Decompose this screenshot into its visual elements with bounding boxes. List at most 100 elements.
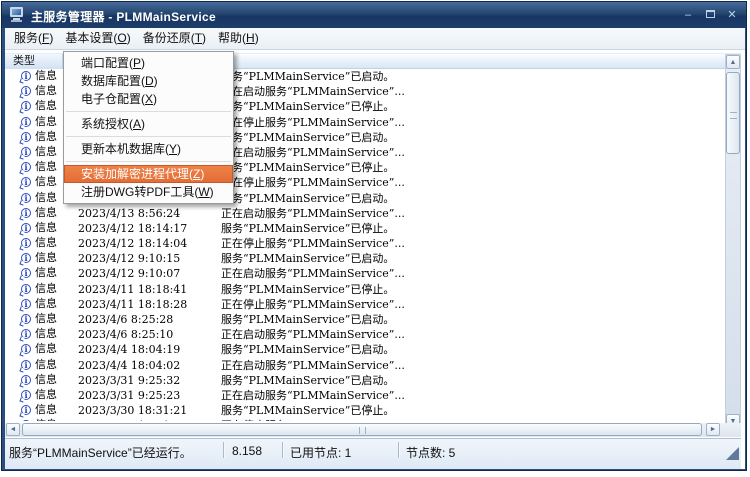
log-type: 信息 bbox=[35, 343, 57, 356]
log-message: 服务“PLMMainService”已启动。 bbox=[221, 131, 394, 144]
maximize-button[interactable] bbox=[702, 7, 718, 23]
vertical-scroll-thumb[interactable] bbox=[726, 72, 740, 154]
info-icon: i bbox=[21, 193, 31, 203]
menubar-item-o[interactable]: 基本设置(O) bbox=[59, 28, 136, 49]
log-message: 正在启动服务“PLMMainService”... bbox=[221, 328, 405, 341]
menu-separator bbox=[66, 111, 231, 112]
menu-item-d[interactable]: 数据库配置(D) bbox=[64, 72, 233, 90]
log-type: 信息 bbox=[35, 283, 57, 296]
vertical-scrollbar[interactable]: ▲ ▼ bbox=[725, 54, 741, 431]
log-type: 信息 bbox=[35, 419, 57, 421]
scroll-right-icon[interactable]: ► bbox=[706, 423, 720, 436]
log-type: 信息 bbox=[35, 298, 57, 311]
close-button[interactable]: ✕ bbox=[724, 7, 740, 23]
info-icon: i bbox=[21, 147, 31, 157]
log-row[interactable]: i信息2023/3/31 9:25:23正在启动服务“PLMMainServic… bbox=[5, 388, 722, 403]
menu-separator bbox=[66, 136, 231, 137]
log-time: 2023/3/30 18:31:21 bbox=[78, 404, 187, 417]
log-time: 2023/4/6 8:25:10 bbox=[78, 328, 173, 341]
log-row[interactable]: i信息2023/4/12 18:14:04正在停止服务“PLMMainServi… bbox=[5, 236, 722, 251]
menu-item-y[interactable]: 更新本机数据库(Y) bbox=[64, 140, 233, 158]
log-type: 信息 bbox=[35, 85, 57, 98]
menu-item-p[interactable]: 端口配置(P) bbox=[64, 54, 233, 72]
log-row[interactable]: i信息2023/3/31 9:25:32服务“PLMMainService”已启… bbox=[5, 373, 722, 388]
scroll-up-icon[interactable]: ▲ bbox=[726, 55, 740, 69]
info-icon: i bbox=[21, 375, 31, 385]
log-row[interactable]: i 信息 2023/3/30 18:31:21 服务“PLMMainService”已… bbox=[5, 403, 722, 418]
info-icon: i bbox=[21, 329, 31, 339]
log-type: 信息 bbox=[35, 313, 57, 326]
menu-item-w[interactable]: 注册DWG转PDF工具(W) bbox=[64, 183, 233, 201]
log-time: 2023/4/4 18:04:02 bbox=[78, 359, 180, 372]
info-icon: i bbox=[21, 344, 31, 354]
log-message: 正在启动服务“PLMMainService”... bbox=[221, 359, 405, 372]
resize-grip[interactable] bbox=[726, 447, 739, 460]
menu-separator bbox=[66, 161, 231, 162]
log-type: 信息 bbox=[35, 70, 57, 83]
log-message: 正在启动服务“PLMMainService”... bbox=[221, 146, 405, 159]
menu-item-a[interactable]: 系统授权(A) bbox=[64, 115, 233, 133]
log-row[interactable]: i信息2023/4/11 18:18:41服务“PLMMainService”已… bbox=[5, 282, 722, 297]
info-icon: i bbox=[21, 71, 31, 81]
header-type-column[interactable]: 类型 bbox=[5, 54, 63, 69]
minimize-button[interactable]: – bbox=[680, 7, 696, 23]
info-icon: i bbox=[21, 268, 31, 278]
log-message: 服务“PLMMainService”已启动。 bbox=[221, 192, 394, 205]
log-type: 信息 bbox=[35, 267, 57, 280]
window-title: 主服务管理器 - PLMMainService bbox=[31, 8, 216, 25]
status-version: 8.158 bbox=[232, 444, 262, 458]
log-row[interactable]: i信息2023/4/12 18:14:17服务“PLMMainService”已… bbox=[5, 221, 722, 236]
menu-item-x[interactable]: 电子仓配置(X) bbox=[64, 90, 233, 108]
log-time: 2023/3/31 9:25:23 bbox=[78, 389, 180, 402]
titlebar: 主服务管理器 - PLMMainService – ✕ bbox=[2, 2, 746, 28]
log-time: 2023/4/6 8:25:28 bbox=[78, 313, 173, 326]
log-row[interactable]: i信息2023/4/12 9:10:15服务“PLMMainService”已启… bbox=[5, 251, 722, 266]
log-row[interactable]: i信息2023/3/30 18:31:08正在停止服务“PLMMainServi… bbox=[5, 418, 722, 421]
info-icon: i bbox=[21, 223, 31, 233]
log-message: 服务“PLMMainService”已停止。 bbox=[221, 222, 394, 235]
log-time: 2023/4/12 9:10:15 bbox=[78, 252, 180, 265]
log-type: 信息 bbox=[35, 100, 57, 113]
menubar-item-t[interactable]: 备份还原(T) bbox=[137, 28, 212, 49]
log-type: 信息 bbox=[35, 252, 57, 265]
menubar-item-h[interactable]: 帮助(H) bbox=[212, 28, 265, 49]
log-type: 信息 bbox=[35, 328, 57, 341]
log-row[interactable]: i信息2023/4/4 18:04:02正在启动服务“PLMMainServic… bbox=[5, 358, 722, 373]
log-message: 服务“PLMMainService”已停止。 bbox=[221, 100, 394, 113]
info-icon: i bbox=[21, 299, 31, 309]
horizontal-scrollbar[interactable]: ◄ ► bbox=[5, 423, 741, 437]
log-time: 2023/4/11 18:18:41 bbox=[78, 283, 187, 296]
log-message: 服务“PLMMainService”已启动。 bbox=[221, 70, 394, 83]
log-row[interactable]: i信息2023/4/6 8:25:28服务“PLMMainService”已启动… bbox=[5, 312, 722, 327]
menubar-item-f[interactable]: 服务(F) bbox=[8, 28, 59, 49]
log-row[interactable]: i信息2023/4/12 9:10:07正在启动服务“PLMMainServic… bbox=[5, 266, 722, 281]
log-message: 服务“PLMMainService”已启动。 bbox=[221, 343, 394, 356]
status-separator bbox=[398, 442, 399, 458]
status-separator bbox=[282, 442, 283, 458]
log-row[interactable]: i信息2023/4/11 18:18:28正在停止服务“PLMMainServi… bbox=[5, 297, 722, 312]
status-message: 服务“PLMMainService”已经运行。 bbox=[9, 444, 192, 461]
scroll-left-icon[interactable]: ◄ bbox=[6, 423, 20, 436]
log-type: 信息 bbox=[35, 146, 57, 159]
info-icon: i bbox=[21, 101, 31, 111]
log-time: 2023/4/11 18:18:28 bbox=[78, 298, 187, 311]
log-type: 信息 bbox=[35, 207, 57, 220]
log-message: 正在停止服务“PLMMainService”... bbox=[221, 176, 405, 189]
log-message: 服务“PLMMainService”已停止。 bbox=[221, 161, 394, 174]
info-icon: i bbox=[21, 360, 31, 370]
info-icon: i bbox=[21, 405, 31, 415]
log-row[interactable]: i信息2023/4/13 8:56:24正在启动服务“PLMMainServic… bbox=[5, 206, 722, 221]
status-used-nodes: 已用节点: 1 bbox=[290, 444, 351, 461]
log-message: 正在停止服务“PLMMainService”... bbox=[221, 419, 405, 421]
log-row[interactable]: i 信息 2023/4/6 8:25:10 正在启动服务“PLMMainService… bbox=[5, 327, 722, 342]
info-icon: i bbox=[21, 86, 31, 96]
log-time: 2023/4/13 8:56:24 bbox=[78, 207, 180, 220]
log-time: 2023/4/12 18:14:17 bbox=[78, 222, 187, 235]
info-icon: i bbox=[21, 420, 31, 421]
statusbar: 服务“PLMMainService”已经运行。 8.158 已用节点: 1 节点… bbox=[5, 438, 741, 469]
horizontal-scroll-thumb[interactable] bbox=[22, 423, 702, 436]
menu-item-z[interactable]: 安装加解密进程代理(Z) bbox=[64, 165, 233, 183]
log-message: 服务“PLMMainService”已停止。 bbox=[221, 404, 394, 417]
log-time: 2023/4/12 9:10:07 bbox=[78, 267, 180, 280]
log-row[interactable]: i信息2023/4/4 18:04:19服务“PLMMainService”已启… bbox=[5, 342, 722, 357]
